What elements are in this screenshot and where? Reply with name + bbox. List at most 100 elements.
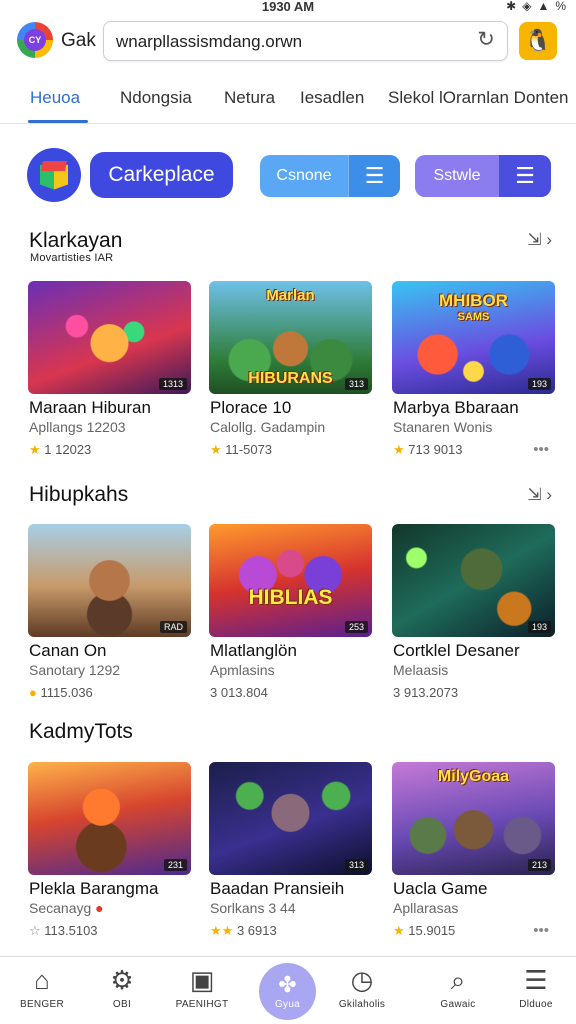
thumbnail-banner: Marlan	[266, 287, 315, 304]
thumbnail-badge: 193	[527, 621, 551, 633]
game-title[interactable]: Maraan Hiburan	[29, 398, 151, 418]
hamburger-icon[interactable]: ☰	[499, 155, 551, 197]
game-meta: 3 013.804	[210, 685, 268, 700]
tab-heuoa[interactable]: Heuoa	[30, 88, 80, 108]
profile-button[interactable]: 🐧	[519, 22, 557, 60]
game-title[interactable]: Canan On	[29, 641, 107, 661]
game-card[interactable]: 1313 Maraan Hiburan Apllangs 12203 ★ 1 1…	[28, 281, 191, 461]
tab-ndongsia[interactable]: Ndongsia	[120, 88, 192, 108]
game-title[interactable]: Plorace 10	[210, 398, 291, 418]
game-thumbnail[interactable]: 231	[28, 762, 191, 875]
game-meta: ★ 15.9015	[393, 923, 456, 938]
category-tabs: Heuoa Ndongsia Netura Iesadlen Slekol lO…	[0, 72, 576, 124]
hamburger-icon[interactable]: ☰	[348, 155, 400, 197]
section-subtitle: Movartisties IAR	[30, 252, 114, 264]
game-thumbnail[interactable]: Marlan HIBURANS 313	[209, 281, 372, 394]
wifi-icon: ◈	[522, 0, 532, 13]
game-meta: ☆ 113.5103	[29, 923, 98, 938]
game-title[interactable]: Marbya Bbaraan	[393, 398, 519, 418]
star-icon: ★	[393, 923, 405, 938]
thumbnail-badge: 231	[163, 859, 187, 871]
url-text[interactable]: wnarpllassismdang.orwn	[116, 32, 302, 52]
cube-icon	[40, 161, 68, 190]
game-meta: ★★ 3 6913	[210, 923, 277, 938]
game-thumbnail[interactable]: MHIBOR SAMS 193	[392, 281, 555, 394]
game-subtitle: Sanotary 1292	[29, 662, 121, 678]
cube-app-button[interactable]	[27, 148, 81, 202]
segment-button-blue[interactable]: Csnone ☰	[260, 155, 400, 197]
game-card[interactable]: Marlan HIBURANS 313 Plorace 10 Calollg. …	[209, 281, 372, 461]
thumbnail-badge: 313	[344, 859, 368, 871]
nav-item-settings[interactable]: ⚙ OBI	[86, 965, 158, 1010]
url-bar[interactable]: wnarpllassismdang.orwn ↻	[103, 21, 508, 61]
game-title[interactable]: Uacla Game	[393, 879, 487, 899]
game-subtitle: Stanaren Wonis	[393, 419, 493, 435]
game-meta: ★ 11-5073	[210, 442, 273, 457]
thumbnail-banner: MilyGoaa	[437, 768, 510, 785]
tab-slekol[interactable]: Slekol lOrarnlan Donten	[388, 88, 568, 108]
game-subtitle: Apllarasas	[393, 900, 459, 916]
game-thumbnail[interactable]: HIBLIAS 253	[209, 524, 372, 637]
nav-item-gallery[interactable]: ▣ PAENIHGT	[166, 965, 238, 1010]
segment-button-purple[interactable]: Sstwle ☰	[415, 155, 551, 197]
thumbnail-badge: 193	[527, 378, 551, 390]
game-card[interactable]: MHIBOR SAMS 193 Marbya Bbaraan Stanaren …	[392, 281, 555, 461]
more-options-icon[interactable]: •••	[533, 441, 549, 458]
marketplace-button[interactable]: Carkeplace	[90, 152, 233, 198]
nav-item-clock[interactable]: ◷ Gkilaholis	[326, 965, 398, 1010]
tab-netura[interactable]: Netura	[224, 88, 275, 108]
segment-purple-label[interactable]: Sstwle	[415, 155, 499, 197]
game-card[interactable]: MilyGoaa 213 Uacla Game Apllarasas ★ 15.…	[392, 762, 555, 946]
thumbnail-banner: MHIBOR	[439, 291, 508, 310]
nav-item-apps[interactable]: ✤ Gyua	[259, 963, 316, 1020]
game-thumbnail[interactable]: 313	[209, 762, 372, 875]
section-more-icon[interactable]: ⇲ ›	[527, 230, 552, 250]
search-icon: ⌕	[450, 965, 466, 995]
thumbnail-banner: HIBLIAS	[248, 586, 333, 609]
game-subtitle: Secanayg ●	[29, 900, 104, 916]
game-card[interactable]: HIBLIAS 253 Mlatlanglön Apmlasins 3 013.…	[209, 524, 372, 704]
star-icon: ★	[210, 442, 222, 457]
home-icon: ⌂	[34, 965, 50, 995]
battery-level: %	[555, 0, 566, 13]
nav-item-menu[interactable]: ☰ Dlduoe	[500, 965, 572, 1010]
active-tab-indicator	[28, 120, 88, 123]
status-icons: ✱ ◈ ▲ %	[506, 0, 566, 13]
menu-icon: ☰	[524, 965, 548, 995]
settings-icon: ⚙	[110, 965, 134, 995]
game-card[interactable]: 313 Baadan Pransieih Sorlkans 3 44 ★★ 3 …	[209, 762, 372, 946]
game-title[interactable]: Baadan Pransieih	[210, 879, 344, 899]
nav-item-home[interactable]: ⌂ BENGER	[6, 965, 78, 1010]
bottom-navigation: ⌂ BENGER ⚙ OBI ▣ PAENIHGT ✤ Gyua ◷ Gkila…	[0, 956, 576, 1024]
app-logo[interactable]: CY	[17, 22, 53, 58]
game-thumbnail[interactable]: RAD	[28, 524, 191, 637]
game-thumbnail[interactable]: MilyGoaa 213	[392, 762, 555, 875]
game-thumbnail[interactable]: 1313	[28, 281, 191, 394]
signal-icon: ▲	[537, 0, 550, 13]
game-title[interactable]: Plekla Barangma	[29, 879, 158, 899]
segment-blue-label[interactable]: Csnone	[260, 155, 348, 197]
tab-iesadlen[interactable]: Iesadlen	[300, 88, 364, 108]
game-title[interactable]: Mlatlanglön	[210, 641, 297, 661]
nav-item-search[interactable]: ⌕ Gawaic	[422, 965, 494, 1010]
alert-icon: ●	[95, 900, 104, 916]
star-outline-icon: ☆	[29, 923, 41, 938]
thumbnail-banner: SAMS	[457, 311, 490, 323]
section-more-icon[interactable]: ⇲ ›	[527, 485, 552, 505]
game-card[interactable]: RAD Canan On Sanotary 1292 ● 1115.036	[28, 524, 191, 704]
status-time: 1930 AM	[261, 0, 315, 14]
game-card[interactable]: 231 Plekla Barangma Secanayg ● ☆ 113.510…	[28, 762, 191, 946]
game-meta: ★ 713 9013	[393, 442, 463, 457]
game-title[interactable]: Cortklel Desaner	[393, 641, 520, 661]
reload-icon[interactable]: ↻	[475, 29, 497, 51]
coin-icon: ●	[29, 685, 37, 700]
section-title: KadmyTots	[29, 720, 133, 743]
more-options-icon[interactable]: •••	[533, 922, 549, 939]
section-title: Klarkayan	[29, 229, 123, 252]
game-subtitle: Melaasis	[393, 662, 449, 678]
app-name: Gak	[61, 30, 96, 51]
star-icon: ★	[393, 442, 405, 457]
game-meta: ★ 1 12023	[29, 442, 92, 457]
game-thumbnail[interactable]: 193	[392, 524, 555, 637]
game-card[interactable]: 193 Cortklel Desaner Melaasis 3 913.2073	[392, 524, 555, 704]
